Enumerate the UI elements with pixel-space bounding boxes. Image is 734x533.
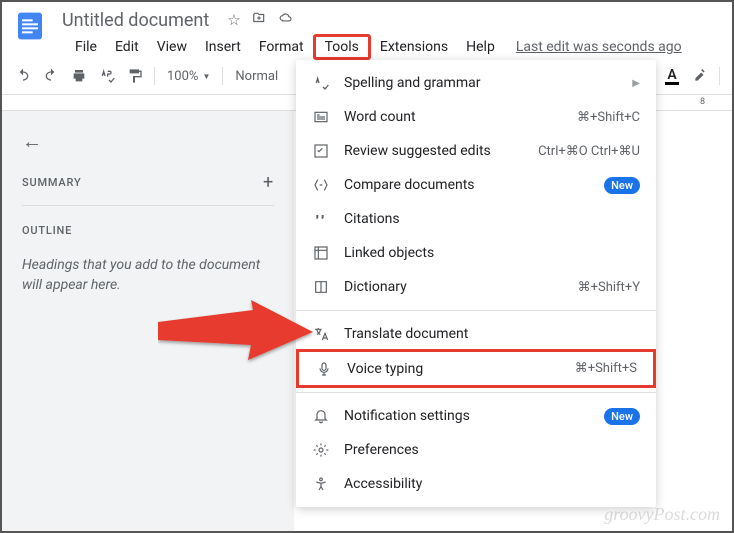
print-button[interactable] (66, 63, 92, 89)
menu-word-count[interactable]: Word count ⌘+Shift+C (296, 100, 656, 134)
menu-spelling-grammar[interactable]: Spelling and grammar ▶ (296, 66, 656, 100)
summary-label: SUMMARY (22, 176, 81, 189)
chevron-right-icon: ▶ (632, 78, 640, 89)
citations-icon (312, 210, 330, 228)
docs-logo[interactable] (10, 6, 50, 46)
compare-icon (312, 176, 330, 194)
menu-tools[interactable]: Tools (313, 34, 371, 60)
star-icon[interactable]: ☆ (227, 11, 240, 29)
menu-compare-docs[interactable]: Compare documents New (296, 168, 656, 202)
doc-title[interactable]: Untitled document (62, 10, 209, 31)
linked-objects-icon (312, 244, 330, 262)
menu-file[interactable]: File (66, 36, 106, 58)
paint-format-button[interactable] (122, 63, 148, 89)
menu-view[interactable]: View (148, 36, 196, 58)
menu-linked-objects[interactable]: Linked objects (296, 236, 656, 270)
menu-preferences[interactable]: Preferences (296, 433, 656, 467)
redo-button[interactable] (38, 63, 64, 89)
menu-edit[interactable]: Edit (106, 36, 148, 58)
new-badge: New (604, 408, 640, 425)
menu-citations[interactable]: Citations (296, 202, 656, 236)
review-icon (312, 142, 330, 160)
menu-help[interactable]: Help (457, 36, 504, 58)
style-selector[interactable]: Normal (229, 69, 284, 84)
cloud-icon[interactable] (277, 11, 295, 29)
spellcheck-button[interactable] (94, 63, 120, 89)
menu-notification-settings[interactable]: Notification settings New (296, 399, 656, 433)
preferences-icon (312, 441, 330, 459)
outline-back-button[interactable]: ← (22, 129, 274, 154)
zoom-selector[interactable]: 100%▼ (161, 69, 216, 84)
menu-translate[interactable]: Translate document (296, 317, 656, 351)
menu-voice-typing[interactable]: Voice typing ⌘+Shift+S (296, 349, 656, 388)
spelling-icon (312, 74, 330, 92)
move-icon[interactable] (251, 11, 267, 29)
text-color-button[interactable]: A (659, 63, 685, 89)
menu-format[interactable]: Format (250, 36, 313, 58)
watermark: groovyPost.com (604, 504, 720, 525)
new-badge: New (604, 177, 640, 194)
tools-dropdown: Spelling and grammar ▶ Word count ⌘+Shif… (296, 60, 656, 507)
dictionary-icon (312, 278, 330, 296)
ruler-mark-8: 8 (700, 97, 705, 107)
outline-placeholder: Headings that you add to the document wi… (22, 255, 274, 295)
menu-extensions[interactable]: Extensions (371, 36, 457, 58)
word-count-icon (312, 108, 330, 126)
add-summary-button[interactable]: + (263, 172, 274, 193)
bell-icon (312, 407, 330, 425)
highlight-button[interactable] (687, 63, 713, 89)
outline-label: OUTLINE (22, 224, 274, 237)
last-edit-link[interactable]: Last edit was seconds ago (516, 39, 682, 55)
translate-icon (312, 325, 330, 343)
menu-review-suggested[interactable]: Review suggested edits Ctrl+⌘O Ctrl+⌘U (296, 134, 656, 168)
undo-button[interactable] (10, 63, 36, 89)
menu-dictionary[interactable]: Dictionary ⌘+Shift+Y (296, 270, 656, 304)
accessibility-icon (312, 475, 330, 493)
menu-insert[interactable]: Insert (196, 36, 250, 58)
menu-accessibility[interactable]: Accessibility (296, 467, 656, 501)
microphone-icon (315, 360, 333, 378)
